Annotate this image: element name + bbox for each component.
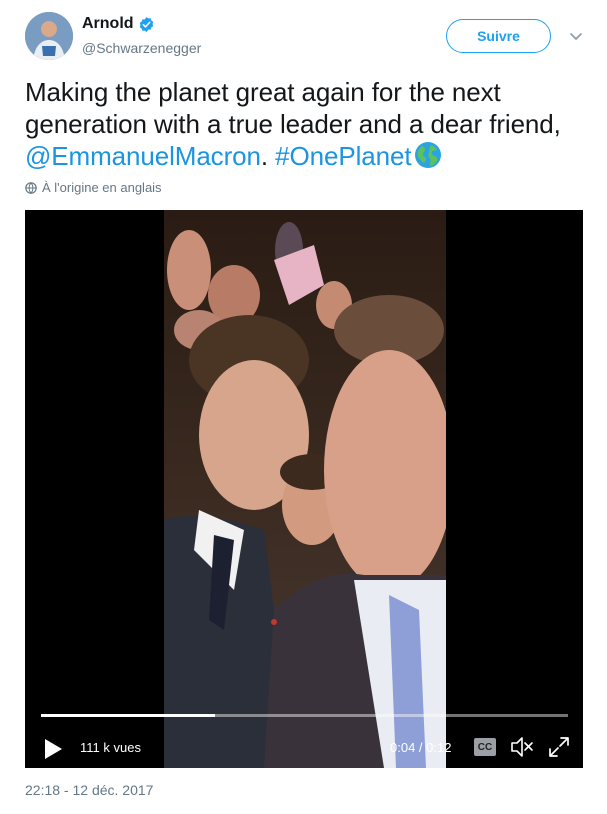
tweet-header: Arnold @Schwarzenegger Suivre: [0, 0, 607, 72]
view-count: 111 k vues: [80, 740, 141, 755]
tweet-text: Making the planet great again for the ne…: [25, 76, 585, 172]
video-time: 0:04 / 0:12: [390, 740, 452, 755]
hashtag-link[interactable]: #OnePlanet: [275, 141, 411, 171]
verified-badge-icon: [138, 16, 155, 33]
tweet-text-part: .: [260, 141, 276, 171]
follow-button[interactable]: Suivre: [446, 19, 551, 53]
video-frame[interactable]: [164, 210, 446, 768]
avatar[interactable]: [25, 12, 73, 60]
fullscreen-icon[interactable]: [548, 736, 570, 758]
captions-button[interactable]: CC: [474, 738, 496, 756]
video-player[interactable]: 111 k vues 0:04 / 0:12 CC: [25, 210, 583, 768]
tweet-timestamp[interactable]: 22:18 - 12 déc. 2017: [25, 782, 153, 798]
mention-link[interactable]: @EmmanuelMacron: [25, 141, 261, 171]
display-name[interactable]: Arnold: [82, 15, 134, 33]
chevron-down-icon[interactable]: [568, 28, 584, 44]
video-progress-fill: [41, 714, 215, 717]
tweet-text-part: Making the planet great again for the ne…: [25, 77, 561, 139]
mute-icon[interactable]: [510, 736, 534, 758]
globe-emoji-icon: [413, 140, 443, 170]
video-progress-bar[interactable]: [41, 714, 568, 717]
translation-label: À l'origine en anglais: [42, 180, 162, 195]
user-handle[interactable]: @Schwarzenegger: [82, 40, 201, 56]
globe-icon: [25, 181, 37, 194]
play-icon[interactable]: [41, 737, 65, 761]
translation-note[interactable]: À l'origine en anglais: [25, 180, 162, 195]
name-row: Arnold: [82, 15, 155, 33]
